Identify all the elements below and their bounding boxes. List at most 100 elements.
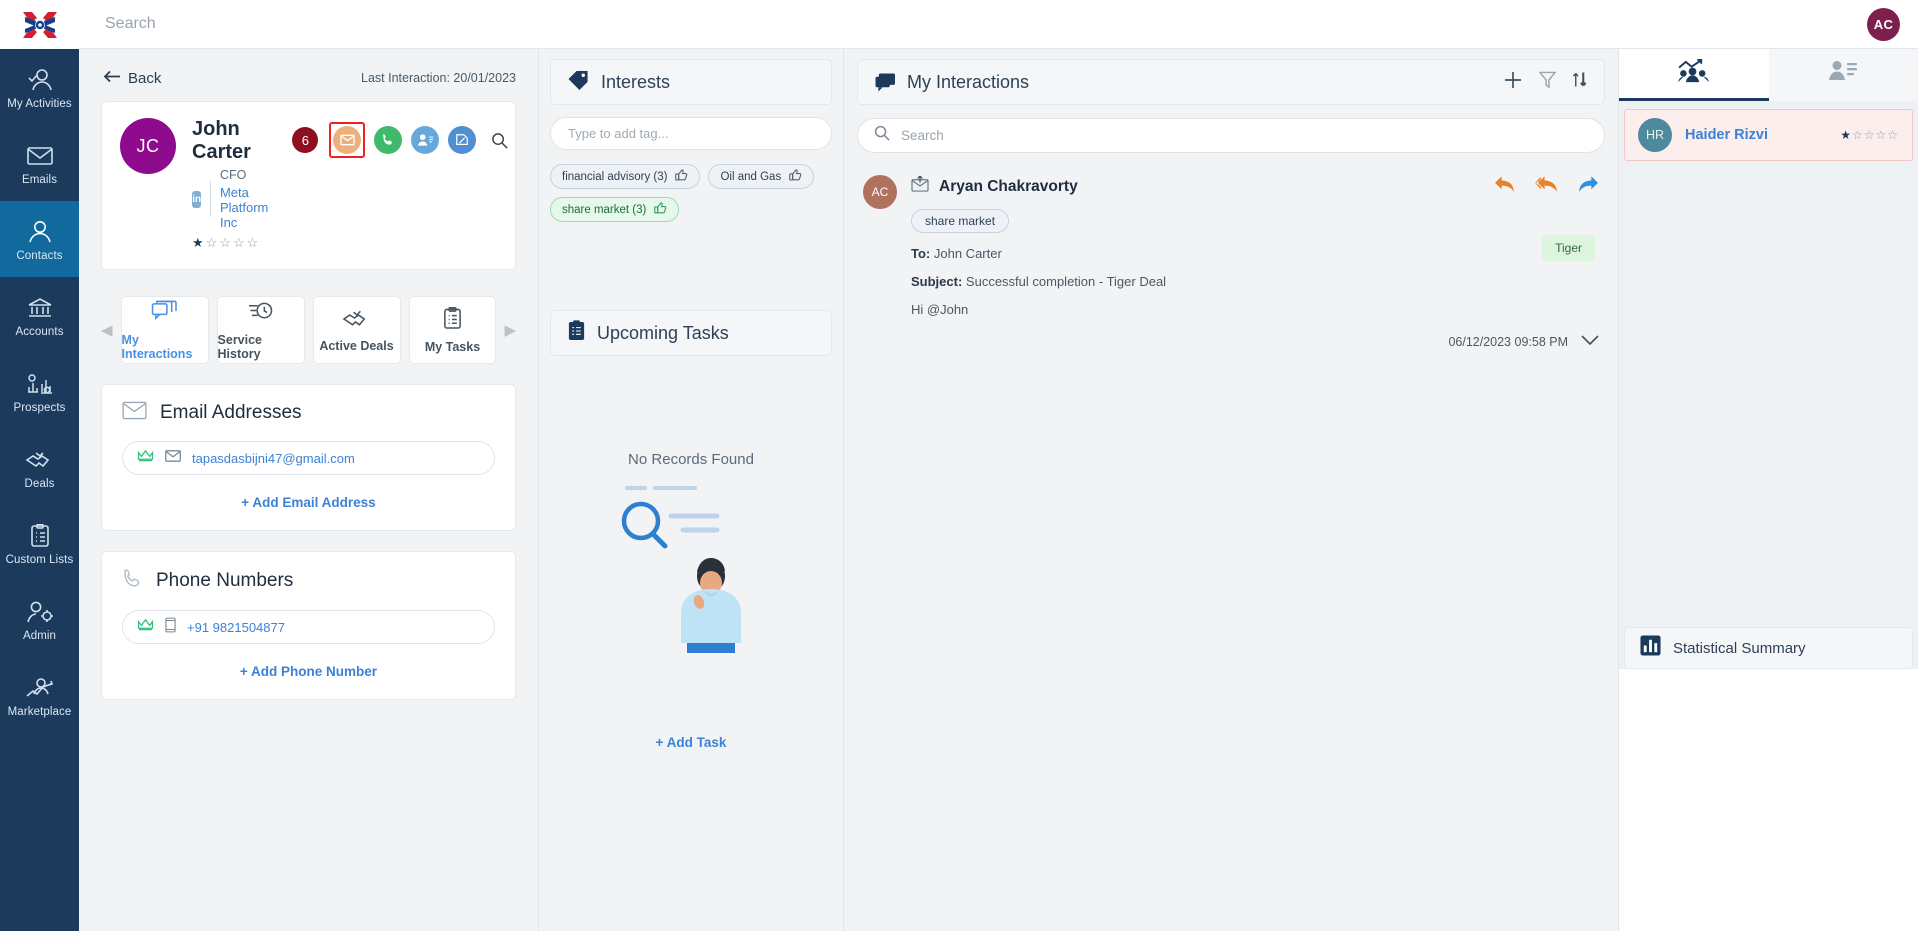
crown-icon [137,618,154,636]
add-email-link[interactable]: + Add Email Address [122,495,495,510]
note-action-button[interactable] [448,126,477,154]
handshake-check-icon [25,445,55,475]
tab-contact-details[interactable] [1768,49,1918,101]
phone-row[interactable]: +91 9821504877 [122,610,495,644]
interaction-to-line: To: John Carter [911,246,1599,261]
phone-icon [122,568,143,594]
sidebar-item-marketplace[interactable]: Marketplace [0,657,79,733]
contact-company-link[interactable]: Meta Platform Inc [220,185,276,230]
interaction-item[interactable]: AC Aryan Chakravorty share market To: Jo… [857,175,1605,351]
sidebar-item-admin[interactable]: Admin [0,581,79,657]
subject-value: Successful completion - Tiger Deal [965,274,1167,289]
interactions-search-input[interactable] [901,128,1588,143]
contact-tabs: My Interactions Service History Active D… [120,296,497,364]
thumbs-up-icon[interactable] [654,202,667,217]
email-addresses-section: Email Addresses tapasdasbijni47@gmail.co… [101,384,516,531]
envelope-icon [122,401,147,425]
add-tag-input[interactable] [550,117,832,150]
funnel-icon[interactable] [1538,71,1557,94]
user-avatar[interactable]: AC [1867,7,1900,41]
thumbs-up-icon[interactable] [789,169,802,184]
email-row[interactable]: tapasdasbijni47@gmail.com [122,441,495,475]
person-name[interactable]: Haider Rizvi [1685,127,1768,143]
sort-icon[interactable] [1572,70,1587,94]
person-rating[interactable]: ★☆☆☆☆ [1840,128,1899,142]
sidebar-item-label: Deals [24,477,55,490]
upcoming-tasks-header: Upcoming Tasks [550,310,832,356]
email-value: tapasdasbijni47@gmail.com [192,450,355,466]
chat-stack-icon [151,300,178,328]
back-button[interactable]: Back [101,66,171,91]
meeting-action-button[interactable] [411,126,440,154]
tab-service-history[interactable]: Service History [216,296,305,364]
interaction-subject-line: Subject: Successful completion - Tiger D… [911,274,1599,289]
interaction-date: 06/12/2023 09:58 PM [1448,335,1568,349]
empty-state-illustration [621,486,741,653]
interest-tag[interactable]: share market (3) [550,197,680,222]
tab-scroll-left-icon[interactable]: ◀ [101,321,113,339]
tab-my-interactions[interactable]: My Interactions [120,296,209,364]
tab-scroll-right-icon[interactable]: ▶ [504,321,516,339]
envelope-icon [165,449,181,467]
interests-header: Interests [550,59,832,105]
chevron-down-icon[interactable] [1581,333,1599,351]
clipboard-list-icon [567,320,586,346]
sidebar-item-my-activities[interactable]: My Activities [0,49,79,125]
forward-icon[interactable] [1578,175,1599,198]
deal-badge[interactable]: Tiger [1542,235,1595,261]
email-action-button[interactable] [333,126,362,154]
interest-tag[interactable]: financial advisory (3) [550,164,701,189]
sidebar-item-label: Prospects [13,401,66,414]
sidebar-item-prospects[interactable]: Prospects [0,353,79,429]
reply-icon[interactable] [1494,175,1515,198]
contact-header-row: Back Last Interaction: 20/01/2023 [101,59,516,97]
person-avatar: HR [1638,118,1672,152]
clipboard-icon [442,306,463,335]
statistical-summary-header[interactable]: Statistical Summary [1624,627,1913,669]
search-action-button[interactable] [485,126,513,154]
linkedin-icon[interactable]: in [192,190,202,208]
tab-active-deals[interactable]: Active Deals [312,296,401,364]
sidebar-item-label: Admin [22,629,57,642]
app-logo[interactable] [0,0,79,49]
add-phone-link[interactable]: + Add Phone Number [122,664,495,679]
sidebar-item-label: Custom Lists [5,553,74,566]
search-icon [874,125,890,146]
tag-icon [567,70,590,95]
tab-team[interactable] [1619,49,1769,101]
tab-my-tasks[interactable]: My Tasks [408,296,497,364]
list-item[interactable]: HR Haider Rizvi ★☆☆☆☆ [1624,109,1913,161]
interaction-body-text: Hi @John [911,302,969,317]
contact-rating[interactable]: ★☆☆☆☆ [192,235,276,251]
contact-detail-column: Back Last Interaction: 20/01/2023 JC Joh… [79,49,539,931]
my-interactions-header: My Interactions [857,59,1605,105]
right-panel: HR Haider Rizvi ★☆☆☆☆ Statistical Summar… [1618,49,1918,931]
contact-tab-row: ◀ My Interactions Service History Active… [101,296,516,364]
interaction-tag[interactable]: share market [911,209,1010,233]
add-task-link[interactable]: + Add Task [656,735,727,750]
user-details-icon [1829,60,1858,87]
sidebar-item-deals[interactable]: Deals [0,429,79,505]
tab-label: Service History [217,332,263,361]
team-trend-icon [1678,58,1710,89]
sidebar-item-contacts[interactable]: Contacts [0,201,79,277]
sidebar-item-custom-lists[interactable]: Custom Lists [0,505,79,581]
global-search-input[interactable] [105,15,1867,33]
plus-icon[interactable] [1503,70,1523,95]
my-interactions-title: My Interactions [907,71,1030,92]
right-panel-filler [1619,669,1918,931]
thumbs-up-icon[interactable] [675,169,688,184]
sidebar-item-emails[interactable]: Emails [0,125,79,201]
call-action-button[interactable] [374,126,403,154]
interest-tag[interactable]: Oil and Gas [708,164,815,189]
contact-profile-card: JC John Carter in CFO Meta Platform Inc … [101,101,516,270]
sidebar-item-accounts[interactable]: Accounts [0,277,79,353]
sidebar-item-label: My Activities [7,97,72,110]
user-check-icon [26,65,54,95]
right-panel-tabs [1619,49,1918,101]
right-panel-people-list: HR Haider Rizvi ★☆☆☆☆ [1619,101,1918,621]
my-interactions-column: My Interactions Search AC Aryan Chakravo… [844,49,1618,931]
contact-role-company: CFO Meta Platform Inc [220,168,276,230]
tag-label: share market (3) [562,203,647,216]
reply-all-icon[interactable] [1535,175,1558,198]
